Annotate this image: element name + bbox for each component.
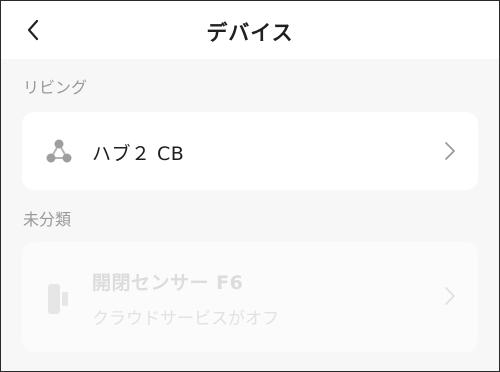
device-name: 開閉センサー F6 <box>92 272 244 294</box>
page-title: デバイス <box>206 21 294 45</box>
chevron-right-icon <box>445 287 455 305</box>
device-status: クラウドサービスがオフ <box>92 309 279 329</box>
hub-icon <box>46 139 72 163</box>
app-header: デバイス <box>1 1 499 59</box>
chevron-right-icon <box>445 142 455 160</box>
device-card-contact-sensor[interactable]: 開閉センサー F6 クラウドサービスがオフ <box>22 242 478 352</box>
section-label-uncategorized: 未分類 <box>23 210 72 229</box>
section-label-living: リビング <box>23 78 88 97</box>
contact-sensor-icon <box>48 284 68 314</box>
device-card-hub[interactable]: ハブ２ CB <box>22 112 478 190</box>
device-name: ハブ２ CB <box>92 143 185 165</box>
